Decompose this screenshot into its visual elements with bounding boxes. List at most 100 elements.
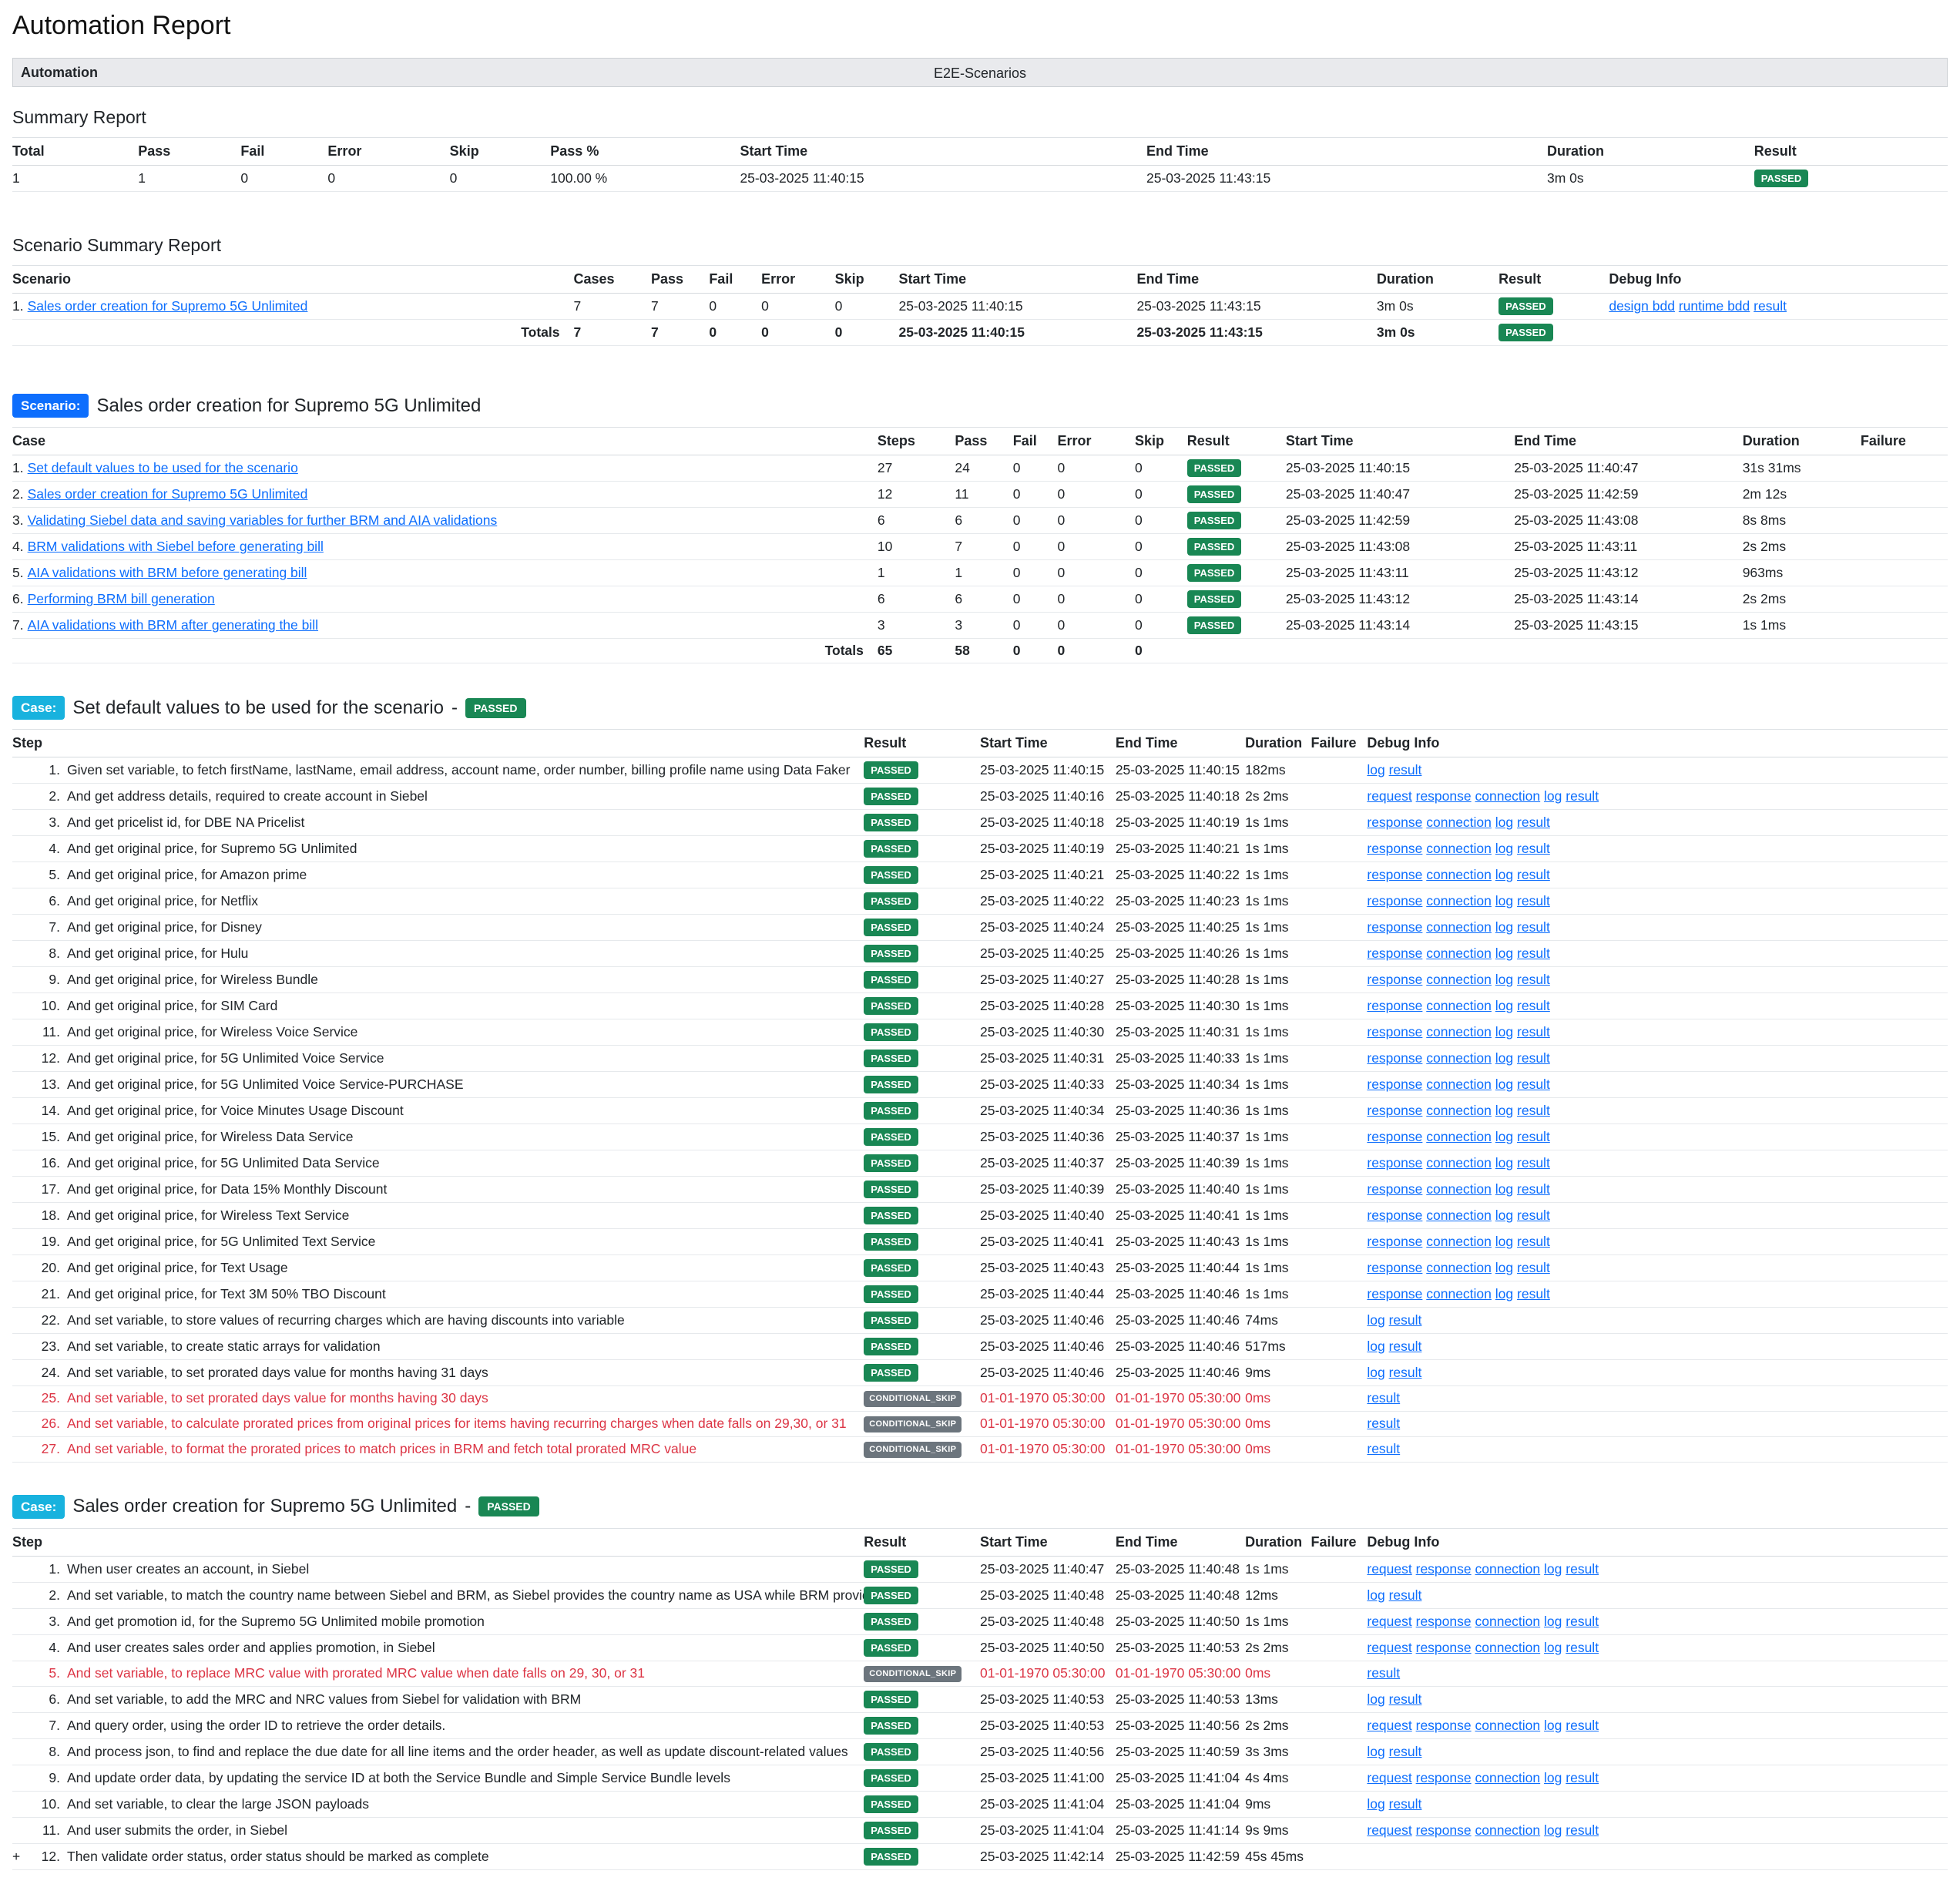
debug-link-connection[interactable]: connection bbox=[1426, 1024, 1492, 1040]
debug-link-result[interactable]: result bbox=[1566, 1822, 1599, 1838]
debug-link-connection[interactable]: connection bbox=[1426, 1286, 1492, 1301]
debug-link-log[interactable]: log bbox=[1495, 1024, 1513, 1040]
debug-link-request[interactable]: request bbox=[1367, 1770, 1411, 1785]
debug-link-connection[interactable]: connection bbox=[1475, 1640, 1541, 1655]
debug-link-connection[interactable]: connection bbox=[1426, 1076, 1492, 1092]
debug-link-response[interactable]: response bbox=[1367, 919, 1422, 935]
debug-link-result[interactable]: result bbox=[1389, 1312, 1422, 1328]
debug-link-log[interactable]: log bbox=[1544, 1614, 1562, 1629]
debug-link-result[interactable]: result bbox=[1389, 1338, 1422, 1354]
debug-link-design-bdd[interactable]: design bdd bbox=[1609, 298, 1675, 314]
debug-link-log[interactable]: log bbox=[1495, 1286, 1513, 1301]
debug-link-result[interactable]: result bbox=[1517, 1103, 1550, 1118]
debug-link-result[interactable]: result bbox=[1517, 1234, 1550, 1249]
debug-link-result[interactable]: result bbox=[1517, 841, 1550, 856]
debug-link-result[interactable]: result bbox=[1566, 1640, 1599, 1655]
debug-link-response[interactable]: response bbox=[1367, 1103, 1422, 1118]
debug-link-request[interactable]: request bbox=[1367, 1561, 1411, 1577]
debug-link-log[interactable]: log bbox=[1367, 1796, 1384, 1812]
debug-link-log[interactable]: log bbox=[1367, 1312, 1384, 1328]
debug-link-log[interactable]: log bbox=[1367, 1338, 1384, 1354]
debug-link-result[interactable]: result bbox=[1566, 1614, 1599, 1629]
debug-link-log[interactable]: log bbox=[1367, 1587, 1384, 1603]
debug-link-result[interactable]: result bbox=[1367, 1441, 1400, 1456]
debug-link-connection[interactable]: connection bbox=[1426, 841, 1492, 856]
debug-link-result[interactable]: result bbox=[1566, 1718, 1599, 1733]
debug-link-request[interactable]: request bbox=[1367, 1718, 1411, 1733]
debug-link-connection[interactable]: connection bbox=[1475, 1614, 1541, 1629]
debug-link-result[interactable]: result bbox=[1517, 1050, 1550, 1066]
debug-link-response[interactable]: response bbox=[1367, 867, 1422, 882]
debug-link-log[interactable]: log bbox=[1495, 1155, 1513, 1170]
debug-link-response[interactable]: response bbox=[1416, 1822, 1472, 1838]
debug-link-result[interactable]: result bbox=[1517, 945, 1550, 961]
debug-link-log[interactable]: log bbox=[1544, 1718, 1562, 1733]
debug-link-connection[interactable]: connection bbox=[1426, 919, 1492, 935]
debug-link-response[interactable]: response bbox=[1367, 998, 1422, 1013]
debug-link-log[interactable]: log bbox=[1367, 1744, 1384, 1759]
debug-link-result[interactable]: result bbox=[1517, 1260, 1550, 1275]
debug-link-result[interactable]: result bbox=[1389, 1744, 1422, 1759]
debug-link-log[interactable]: log bbox=[1544, 788, 1562, 804]
case-link[interactable]: BRM validations with Siebel before gener… bbox=[28, 539, 324, 554]
debug-link-log[interactable]: log bbox=[1367, 1365, 1384, 1380]
debug-link-log[interactable]: log bbox=[1495, 945, 1513, 961]
step-expander[interactable]: + bbox=[12, 1849, 25, 1865]
debug-link-response[interactable]: response bbox=[1416, 1561, 1472, 1577]
debug-link-connection[interactable]: connection bbox=[1426, 945, 1492, 961]
case-link[interactable]: Performing BRM bill generation bbox=[28, 591, 215, 606]
debug-link-connection[interactable]: connection bbox=[1426, 1050, 1492, 1066]
debug-link-response[interactable]: response bbox=[1367, 1260, 1422, 1275]
debug-link-log[interactable]: log bbox=[1544, 1561, 1562, 1577]
debug-link-log[interactable]: log bbox=[1495, 919, 1513, 935]
debug-link-result[interactable]: result bbox=[1517, 867, 1550, 882]
debug-link-result[interactable]: result bbox=[1367, 1416, 1400, 1431]
debug-link-request[interactable]: request bbox=[1367, 788, 1411, 804]
debug-link-result[interactable]: result bbox=[1517, 1024, 1550, 1040]
debug-link-connection[interactable]: connection bbox=[1426, 893, 1492, 909]
debug-link-connection[interactable]: connection bbox=[1426, 1260, 1492, 1275]
debug-link-result[interactable]: result bbox=[1517, 1207, 1550, 1223]
debug-link-result[interactable]: result bbox=[1517, 972, 1550, 987]
debug-link-result[interactable]: result bbox=[1517, 1286, 1550, 1301]
debug-link-response[interactable]: response bbox=[1367, 1234, 1422, 1249]
debug-link-result[interactable]: result bbox=[1566, 1770, 1599, 1785]
debug-link-result[interactable]: result bbox=[1566, 1561, 1599, 1577]
debug-link-response[interactable]: response bbox=[1367, 1286, 1422, 1301]
debug-link-result[interactable]: result bbox=[1389, 1587, 1422, 1603]
debug-link-log[interactable]: log bbox=[1544, 1770, 1562, 1785]
debug-link-connection[interactable]: connection bbox=[1426, 814, 1492, 830]
case-link[interactable]: AIA validations with BRM before generati… bbox=[28, 565, 307, 580]
scenario-link[interactable]: Sales order creation for Supremo 5G Unli… bbox=[28, 298, 308, 314]
debug-link-connection[interactable]: connection bbox=[1426, 1155, 1492, 1170]
debug-link-log[interactable]: log bbox=[1544, 1640, 1562, 1655]
debug-link-connection[interactable]: connection bbox=[1426, 1181, 1492, 1197]
debug-link-response[interactable]: response bbox=[1416, 1770, 1472, 1785]
debug-link-response[interactable]: response bbox=[1367, 1024, 1422, 1040]
debug-link-log[interactable]: log bbox=[1495, 1260, 1513, 1275]
debug-link-result[interactable]: result bbox=[1367, 1390, 1400, 1406]
debug-link-request[interactable]: request bbox=[1367, 1640, 1411, 1655]
debug-link-log[interactable]: log bbox=[1495, 1234, 1513, 1249]
debug-link-connection[interactable]: connection bbox=[1475, 1561, 1541, 1577]
debug-link-connection[interactable]: connection bbox=[1426, 1207, 1492, 1223]
debug-link-result[interactable]: result bbox=[1517, 1181, 1550, 1197]
debug-link-result[interactable]: result bbox=[1517, 893, 1550, 909]
debug-link-response[interactable]: response bbox=[1416, 1640, 1472, 1655]
debug-link-response[interactable]: response bbox=[1367, 1076, 1422, 1092]
debug-link-log[interactable]: log bbox=[1495, 1103, 1513, 1118]
debug-link-request[interactable]: request bbox=[1367, 1822, 1411, 1838]
debug-link-log[interactable]: log bbox=[1495, 814, 1513, 830]
debug-link-connection[interactable]: connection bbox=[1475, 788, 1541, 804]
debug-link-log[interactable]: log bbox=[1495, 998, 1513, 1013]
debug-link-response[interactable]: response bbox=[1367, 1129, 1422, 1144]
debug-link-log[interactable]: log bbox=[1495, 1129, 1513, 1144]
debug-link-result[interactable]: result bbox=[1517, 1155, 1550, 1170]
debug-link-response[interactable]: response bbox=[1367, 893, 1422, 909]
debug-link-connection[interactable]: connection bbox=[1475, 1770, 1541, 1785]
debug-link-connection[interactable]: connection bbox=[1426, 1103, 1492, 1118]
debug-link-log[interactable]: log bbox=[1495, 1076, 1513, 1092]
case-link[interactable]: AIA validations with BRM after generatin… bbox=[28, 617, 318, 633]
debug-link-connection[interactable]: connection bbox=[1426, 972, 1492, 987]
debug-link-result[interactable]: result bbox=[1389, 762, 1422, 778]
